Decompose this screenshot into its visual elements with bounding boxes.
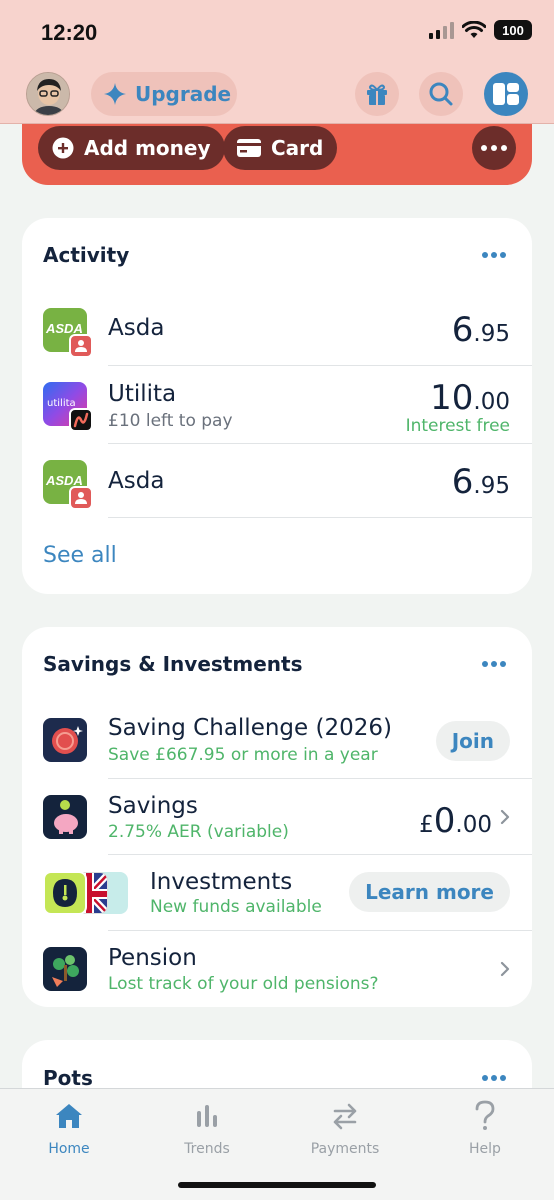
trends-icon: [197, 1105, 217, 1127]
upgrade-button[interactable]: Upgrade: [91, 72, 237, 116]
gift-button[interactable]: [355, 72, 399, 116]
merchant-subtitle: £10 left to pay: [108, 411, 233, 431]
challenge-icon: [43, 718, 87, 762]
challenge-subtitle: Save £667.95 or more in a year: [108, 745, 378, 765]
join-button[interactable]: Join: [435, 721, 510, 761]
see-all-link[interactable]: See all: [43, 543, 117, 568]
tab-label: Help: [469, 1141, 501, 1157]
learn-more-button[interactable]: Learn more: [349, 872, 510, 912]
transaction-amount: 6.95: [451, 462, 510, 502]
account-more-button[interactable]: [472, 126, 516, 170]
investments-subtitle: New funds available: [150, 897, 322, 917]
interest-note: Interest free: [405, 416, 510, 436]
activity-row[interactable]: ASDA Asda 6.95: [22, 290, 532, 366]
pension-plant-icon: [43, 947, 87, 991]
card-label: Card: [271, 136, 324, 160]
pots-more-button[interactable]: [482, 1075, 506, 1081]
savings-investments-card: Savings & Investments Saving Challenge (…: [22, 627, 532, 1007]
top-bar: 12:20 100 Upgrade: [0, 0, 554, 124]
merchant-name: Asda: [108, 468, 165, 494]
saving-challenge-row[interactable]: Saving Challenge (2026) Save £667.95 or …: [22, 701, 532, 779]
status-icons: 100: [429, 20, 532, 40]
add-money-button[interactable]: Add money: [38, 126, 225, 170]
piggy-bank-icon: [43, 795, 87, 839]
investments-row[interactable]: Investments New funds available Learn mo…: [22, 855, 532, 931]
investment-gauge-icon: [43, 871, 87, 915]
sparkle-icon: [104, 83, 126, 105]
chevron-right-icon: [500, 809, 510, 825]
tab-payments[interactable]: Payments: [290, 1099, 400, 1157]
cellular-signal-icon: [429, 21, 454, 39]
activity-card: Activity ASDA Asda 6.95 utilita Utilita …: [22, 218, 532, 594]
chevron-right-icon: [500, 961, 510, 977]
savings-more-button[interactable]: [482, 661, 506, 667]
flex-badge-icon: [69, 408, 93, 432]
dashboard-icon: [493, 83, 519, 105]
savings-row[interactable]: Savings 2.75% AER (variable) £0.00: [22, 779, 532, 855]
transaction-amount: 10.00: [430, 378, 510, 418]
search-icon: [429, 82, 453, 106]
tab-trends[interactable]: Trends: [152, 1099, 262, 1157]
plus-circle-icon: [52, 137, 74, 159]
pots-title: Pots: [43, 1066, 93, 1090]
merchant-name: Utilita: [108, 381, 177, 407]
wifi-icon: [462, 21, 486, 38]
person-badge-icon: [69, 334, 93, 358]
help-icon: [475, 1100, 495, 1130]
savings-title: Savings & Investments: [43, 652, 303, 676]
card-icon: [237, 139, 261, 157]
tab-label: Home: [48, 1141, 90, 1157]
savings-name: Savings: [108, 793, 198, 819]
home-indicator: [178, 1182, 376, 1188]
card-button[interactable]: Card: [223, 126, 338, 170]
activity-row[interactable]: utilita Utilita £10 left to pay 10.00 In…: [22, 366, 532, 444]
tab-help[interactable]: Help: [430, 1099, 540, 1157]
investments-title: Investments: [150, 869, 293, 895]
status-time: 12:20: [41, 20, 98, 45]
merchant-name: Asda: [108, 315, 165, 341]
tab-label: Payments: [310, 1141, 380, 1157]
avatar[interactable]: [26, 72, 70, 116]
payments-icon: [333, 1103, 357, 1130]
savings-rate: 2.75% AER (variable): [108, 822, 289, 842]
activity-more-button[interactable]: [482, 252, 506, 258]
pension-row[interactable]: Pension Lost track of your old pensions?: [22, 931, 532, 1007]
activity-row[interactable]: ASDA Asda 6.95: [22, 444, 532, 518]
add-money-label: Add money: [84, 136, 211, 160]
savings-balance: £0.00: [419, 801, 492, 841]
home-icon: [56, 1104, 82, 1128]
tab-label: Trends: [184, 1141, 230, 1157]
person-badge-icon: [69, 486, 93, 510]
dashboard-button[interactable]: [484, 72, 528, 116]
battery-icon: 100: [494, 20, 532, 40]
transaction-amount: 6.95: [451, 310, 510, 350]
upgrade-label: Upgrade: [135, 82, 232, 106]
tab-home[interactable]: Home: [14, 1099, 124, 1157]
challenge-title: Saving Challenge (2026): [108, 715, 392, 741]
pension-subtitle: Lost track of your old pensions?: [108, 974, 379, 994]
activity-title: Activity: [43, 243, 130, 267]
search-button[interactable]: [419, 72, 463, 116]
gift-icon: [367, 84, 387, 105]
pension-title: Pension: [108, 945, 197, 971]
